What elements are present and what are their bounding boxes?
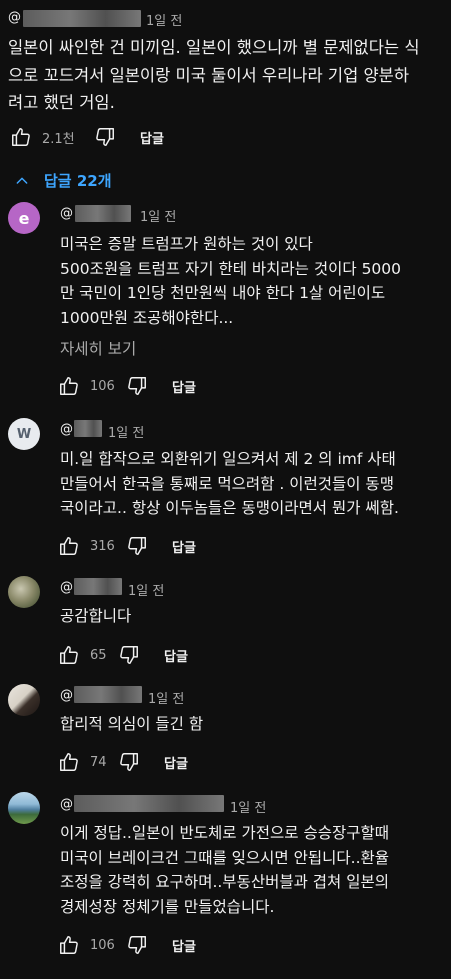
comment-actions: 74 답글 (56, 749, 188, 775)
comment-actions: 106 답글 (56, 373, 196, 399)
comment-time: 1일 전 (140, 210, 177, 225)
redacted-username (75, 205, 131, 222)
comment-actions: 65 답글 (56, 642, 188, 668)
like-icon[interactable] (56, 373, 82, 399)
redacted-username (23, 10, 141, 27)
comment-author[interactable]: @ (8, 10, 21, 25)
comment-author[interactable]: @ (60, 797, 73, 812)
avatar[interactable] (8, 792, 40, 824)
comment-author[interactable]: @ (60, 206, 73, 221)
avatar[interactable]: e (8, 202, 40, 234)
comment-text: 공감합니다 (60, 607, 132, 625)
comment-time: 1일 전 (108, 426, 145, 441)
reply-button[interactable]: 답글 (172, 936, 196, 955)
like-count: 316 (90, 538, 115, 554)
comment-text: 미.일 합작으로 외환위기 일으켜서 제 2 의 imf 사태 만들어서 한국을… (60, 450, 399, 517)
avatar[interactable] (8, 684, 40, 716)
comment-text: 일본이 싸인한 건 미끼임. 일본이 했으니까 별 문제없다는 식 으로 꼬드겨… (8, 38, 420, 112)
comment-time: 1일 전 (148, 692, 185, 707)
dislike-icon[interactable] (124, 373, 150, 399)
reply-button[interactable]: 답글 (164, 753, 188, 772)
like-icon[interactable] (56, 932, 82, 958)
dislike-icon[interactable] (124, 533, 150, 559)
chevron-up-icon (16, 177, 28, 184)
like-count: 74 (90, 754, 107, 770)
like-count: 65 (90, 647, 107, 663)
dislike-icon[interactable] (124, 932, 150, 958)
like-icon[interactable] (56, 642, 82, 668)
comment-time: 1일 전 (230, 801, 267, 816)
comment-text: 미국은 증말 트럼프가 원하는 것이 있다 500조원을 트럼프 자기 한테 바… (60, 235, 402, 327)
like-count: 106 (90, 378, 115, 394)
like-icon[interactable] (56, 749, 82, 775)
read-more-link[interactable]: 자세히 보기 (60, 337, 136, 359)
dislike-icon[interactable] (116, 749, 142, 775)
redacted-username (74, 686, 142, 703)
replies-toggle-button[interactable]: 답글 22개 (14, 170, 112, 191)
comment-author[interactable]: @ (60, 422, 73, 437)
like-count: 106 (90, 937, 115, 953)
replies-count-label: 답글 22개 (44, 172, 112, 190)
redacted-username (74, 795, 224, 812)
avatar[interactable]: W (8, 418, 40, 450)
comment-time: 1일 전 (146, 14, 183, 29)
reply-button[interactable]: 답글 (172, 377, 196, 396)
comment-time: 1일 전 (128, 584, 165, 599)
like-count: 2.1천 (42, 131, 75, 147)
comment-actions: 2.1천 답글 (8, 124, 164, 150)
dislike-icon[interactable] (92, 124, 118, 150)
redacted-username (74, 420, 102, 437)
comment-text: 이게 정답..일본이 반도체로 가전으로 승승장구할때 미국이 브레이크건 그때… (60, 824, 390, 916)
comment-author[interactable]: @ (60, 688, 73, 703)
like-icon[interactable] (56, 533, 82, 559)
reply-button[interactable]: 답글 (172, 537, 196, 556)
comment-actions: 106 답글 (56, 932, 196, 958)
reply-button[interactable]: 답글 (164, 646, 188, 665)
comment-text: 합리적 의심이 들긴 함 (60, 715, 204, 733)
redacted-username (74, 578, 122, 595)
comment-author[interactable]: @ (60, 580, 73, 595)
comment-actions: 316 답글 (56, 533, 196, 559)
avatar[interactable] (8, 576, 40, 608)
like-icon[interactable] (8, 124, 34, 150)
dislike-icon[interactable] (116, 642, 142, 668)
reply-button[interactable]: 답글 (140, 128, 164, 147)
